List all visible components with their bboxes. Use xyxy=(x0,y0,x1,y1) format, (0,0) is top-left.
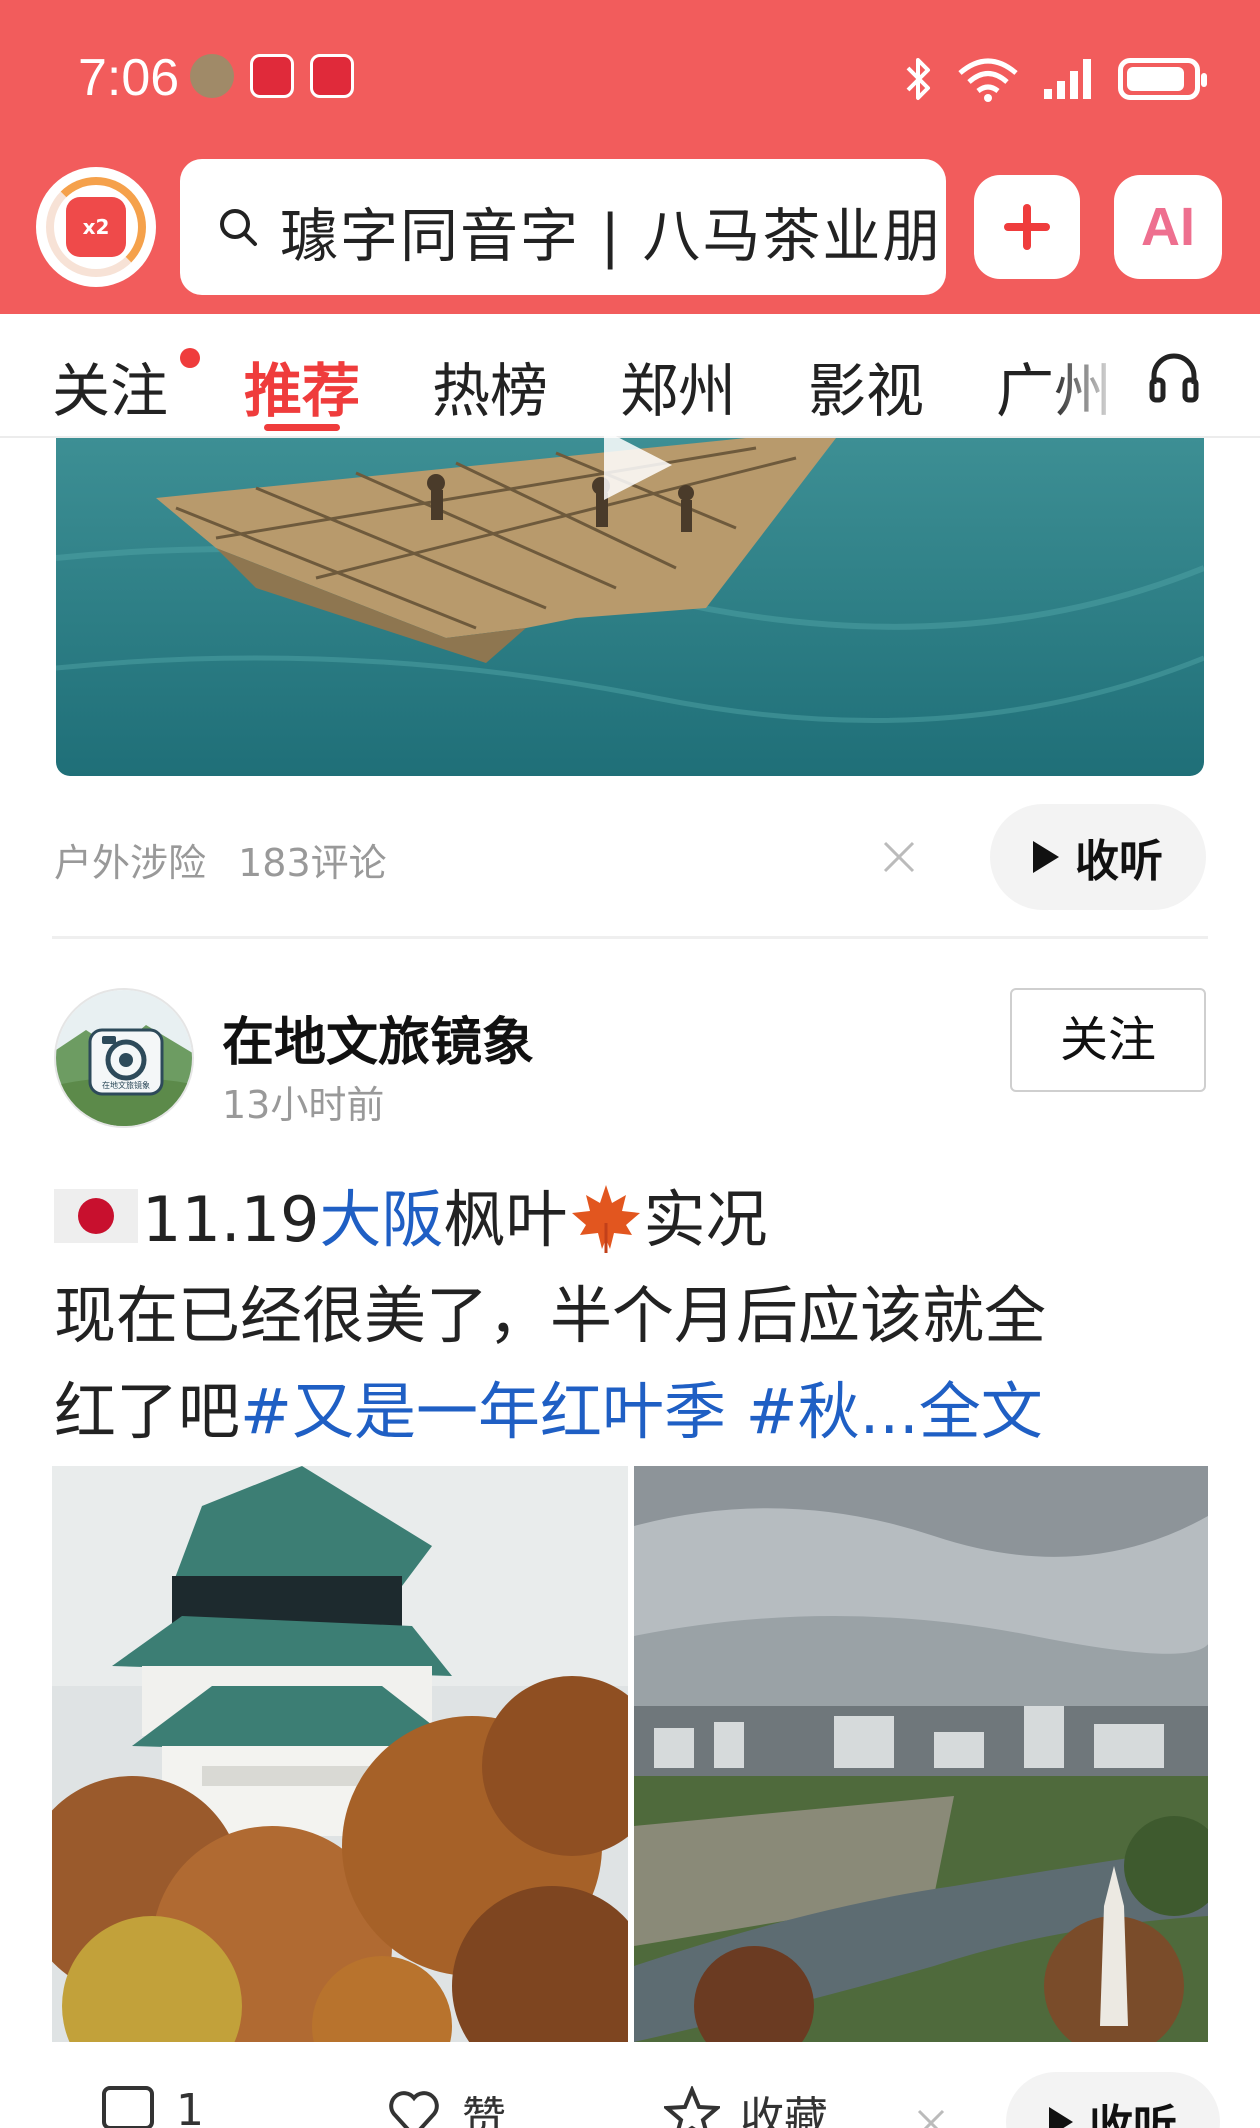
comment-button[interactable]: 1 xyxy=(100,2082,204,2128)
notification-app-icon xyxy=(190,54,234,98)
avatar-caption: 在地文旅镜象 xyxy=(102,1080,150,1090)
listen-label: 收听 xyxy=(1089,2101,1177,2128)
bluetooth-icon xyxy=(906,58,930,100)
tab-fade xyxy=(1050,314,1140,434)
post-text-line-1: 11.19大阪枫叶 实况 xyxy=(54,1172,1214,1268)
signal-icon xyxy=(1044,59,1091,99)
tab-recommend[interactable]: 推荐 xyxy=(244,344,360,428)
video-comment-count[interactable]: 183评论 xyxy=(238,841,387,885)
hashtag-links[interactable]: #又是一年红叶季 #秋...全文 xyxy=(240,1375,1043,1448)
reward-badge-label: x2 xyxy=(66,197,126,257)
close-icon[interactable] xyxy=(882,840,916,874)
maple-leaf-icon xyxy=(571,1185,640,1253)
post-text[interactable]: 11.19大阪枫叶 实况 现在已经很美了，半个月后应该就全 红了吧#又是一年红叶… xyxy=(54,1172,1214,1460)
comment-count: 1 xyxy=(176,2084,204,2128)
search-suggestion-text: 璩字同音字 | 八马茶业朋 xyxy=(280,202,943,270)
listen-button[interactable]: 收听 xyxy=(1006,2072,1220,2128)
channel-tabs: 关注 推荐 热榜 郑州 影视 广州 xyxy=(0,314,1260,438)
reward-badge-button[interactable]: x2 xyxy=(36,167,156,287)
video-meta: 户外涉险 183评论 xyxy=(54,832,407,887)
post-text-line-2: 现在已经很美了，半个月后应该就全 xyxy=(54,1279,1047,1352)
play-icon xyxy=(1049,2107,1073,2128)
author-name[interactable]: 在地文旅镜象 xyxy=(222,1000,534,1075)
wifi-icon xyxy=(958,58,1018,102)
tab-zhengzhou[interactable]: 郑州 xyxy=(620,344,736,428)
headphone-icon[interactable] xyxy=(1146,348,1202,404)
divider xyxy=(52,936,1208,939)
like-label: 赞 xyxy=(462,2093,506,2128)
follow-button[interactable]: 关注 xyxy=(1010,988,1206,1092)
listen-button[interactable]: 收听 xyxy=(990,804,1206,910)
avatar[interactable]: 在地文旅镜象 xyxy=(54,988,194,1128)
battery-level xyxy=(1127,67,1184,91)
close-icon[interactable] xyxy=(916,2108,946,2128)
post-text-line-3: 红了吧#又是一年红叶季 #秋...全文 xyxy=(54,1364,1214,1460)
comment-icon xyxy=(102,2086,154,2128)
status-time: 7:06 xyxy=(78,49,180,107)
play-icon xyxy=(1033,841,1059,873)
battery-icon xyxy=(1118,58,1207,100)
star-icon xyxy=(664,2086,720,2128)
post-text-segment: 红了吧 xyxy=(54,1375,241,1448)
post-text-segment: 实况 xyxy=(643,1183,768,1256)
play-icon[interactable] xyxy=(598,430,678,500)
unread-dot xyxy=(180,348,200,368)
post-time: 13小时前 xyxy=(222,1083,385,1127)
heart-icon xyxy=(389,2091,439,2128)
ai-button[interactable]: AI xyxy=(1114,175,1222,279)
favorite-label: 收藏 xyxy=(740,2093,828,2128)
listen-label: 收听 xyxy=(1075,836,1163,887)
notification-shopping-icon xyxy=(250,54,294,98)
active-tab-indicator xyxy=(264,424,340,431)
japan-flag-icon xyxy=(54,1189,138,1243)
search-row: x2 璩字同音字 | 八马茶业朋 AI xyxy=(0,155,1260,295)
post-text-segment: 枫叶 xyxy=(443,1183,568,1256)
tab-film[interactable]: 影视 xyxy=(808,344,924,428)
search-input[interactable]: 璩字同音字 | 八马茶业朋 xyxy=(180,159,946,295)
like-button[interactable]: 赞 xyxy=(386,2082,506,2128)
system-icons xyxy=(904,54,1207,104)
publish-button[interactable] xyxy=(974,175,1080,279)
video-category: 户外涉险 xyxy=(54,841,207,885)
location-link[interactable]: 大阪 xyxy=(320,1183,444,1256)
notification-shopping-icon xyxy=(310,54,354,98)
search-icon xyxy=(220,209,257,246)
post-photo-city[interactable] xyxy=(634,1466,1208,2042)
tab-hot[interactable]: 热榜 xyxy=(432,344,548,428)
app-header: 7:06 x2 璩字同音字 | 八马茶业朋 AI xyxy=(0,0,1260,314)
post-photo-castle[interactable] xyxy=(52,1466,628,2042)
post-date: 11.19 xyxy=(142,1183,320,1256)
favorite-button[interactable]: 收藏 xyxy=(664,2082,828,2128)
status-bar: 7:06 xyxy=(0,40,1260,120)
tab-follow[interactable]: 关注 xyxy=(52,344,168,428)
